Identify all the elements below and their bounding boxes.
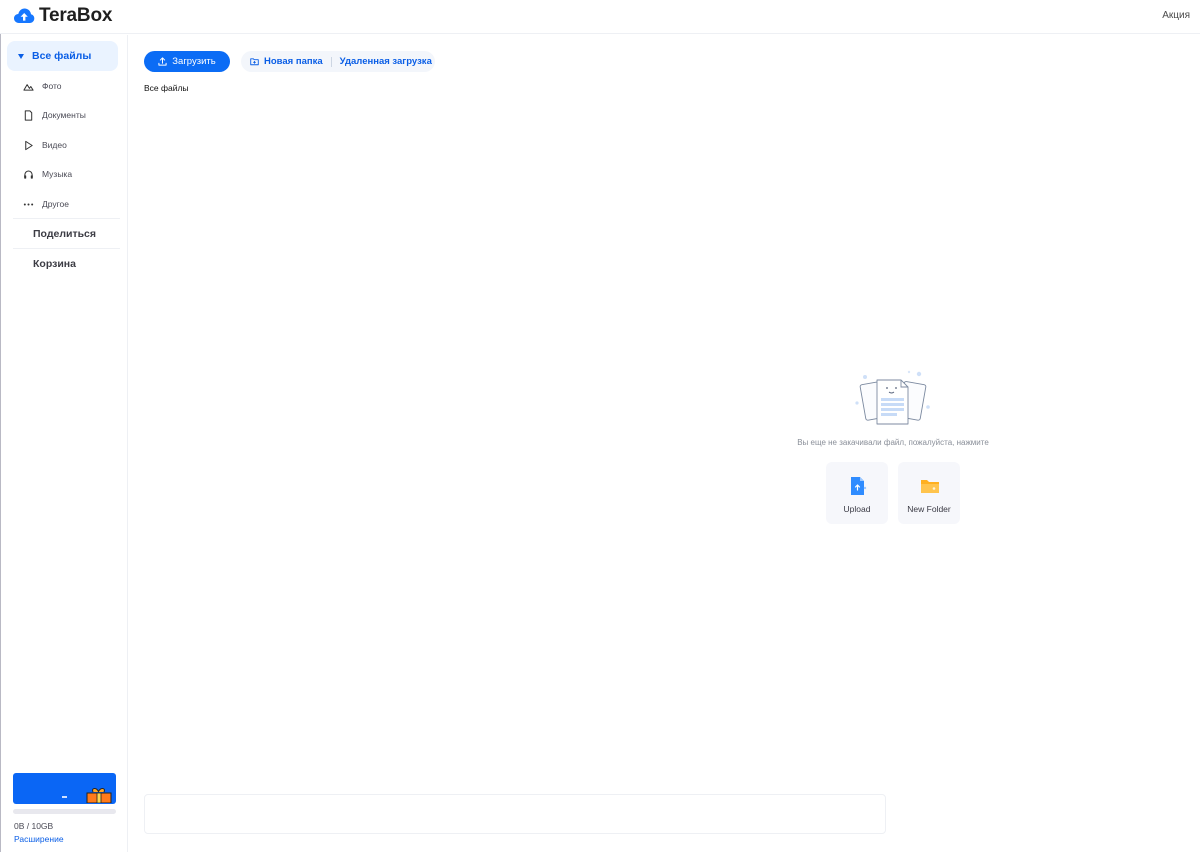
upload-icon xyxy=(158,57,167,66)
storage-usage-text: 0B / 10GB xyxy=(14,821,54,831)
sidebar-divider xyxy=(13,218,120,219)
sidebar-item-other[interactable]: Другое xyxy=(23,196,69,212)
sidebar-item-label: Фото xyxy=(42,81,62,91)
folder-icon xyxy=(921,480,939,493)
sidebar-item-share[interactable]: Поделиться xyxy=(33,228,96,240)
logo[interactable]: TeraBox xyxy=(13,5,112,27)
caret-down-icon xyxy=(18,53,24,59)
empty-upload-card[interactable]: Upload xyxy=(826,462,888,524)
document-icon xyxy=(24,109,33,121)
top-header: TeraBox Акция xyxy=(0,0,1200,34)
sidebar-item-trash[interactable]: Корзина xyxy=(33,258,76,270)
upload-button-label: Загрузить xyxy=(172,56,216,67)
promo-link[interactable]: Акция xyxy=(1162,10,1190,21)
toolbar-button-group: Новая папка Удаленная загрузка xyxy=(241,51,435,72)
gift-icon xyxy=(86,788,112,803)
sidebar-item-label: Все файлы xyxy=(32,50,92,62)
sidebar-item-label: Другое xyxy=(42,199,70,209)
sidebar-divider xyxy=(13,248,120,249)
storage-progress-bar xyxy=(13,809,116,814)
sidebar-item-documents[interactable]: Документы xyxy=(23,107,86,123)
upload-file-icon xyxy=(851,477,867,495)
empty-new-folder-card[interactable]: New Folder xyxy=(898,462,960,524)
sidebar-item-all-files[interactable]: Все файлы xyxy=(7,41,118,71)
new-folder-label: Новая папка xyxy=(264,56,323,67)
bottom-panel xyxy=(144,794,886,834)
upload-button[interactable]: Загрузить xyxy=(144,51,230,72)
expand-storage-link[interactable]: Расширение xyxy=(14,834,64,844)
sidebar: Все файлы Фото Документы Видео Музыка Др… xyxy=(1,35,128,852)
breadcrumb: Все файлы xyxy=(144,83,189,93)
new-folder-button[interactable]: Новая папка xyxy=(250,56,323,67)
storage-promo-banner[interactable] xyxy=(13,773,116,804)
sidebar-item-label: Музыка xyxy=(42,169,73,179)
photo-icon xyxy=(23,83,34,91)
empty-state-message: Вы еще не закачивали файл, пожалуйста, н… xyxy=(797,438,989,447)
terabox-cloud-icon xyxy=(14,8,35,23)
brand-name: TeraBox xyxy=(39,5,113,26)
remote-upload-label: Удаленная загрузка xyxy=(339,56,432,67)
remote-upload-button[interactable]: Удаленная загрузка xyxy=(340,56,432,67)
new-folder-card-label: New Folder xyxy=(907,504,951,514)
sidebar-item-video[interactable]: Видео xyxy=(23,137,67,153)
more-dots-icon xyxy=(23,202,34,206)
banner-mark xyxy=(62,796,67,798)
empty-files-illustration-icon xyxy=(855,370,930,425)
sidebar-item-label: Видео xyxy=(42,140,67,150)
headphones-icon xyxy=(24,170,33,179)
sidebar-item-music[interactable]: Музыка xyxy=(23,166,72,182)
video-play-icon xyxy=(25,140,33,150)
folder-plus-icon xyxy=(250,58,259,66)
toolbar-divider xyxy=(330,56,332,67)
sidebar-item-label: Документы xyxy=(42,110,86,120)
sidebar-item-photo[interactable]: Фото xyxy=(23,78,62,94)
upload-card-label: Upload xyxy=(843,504,871,514)
